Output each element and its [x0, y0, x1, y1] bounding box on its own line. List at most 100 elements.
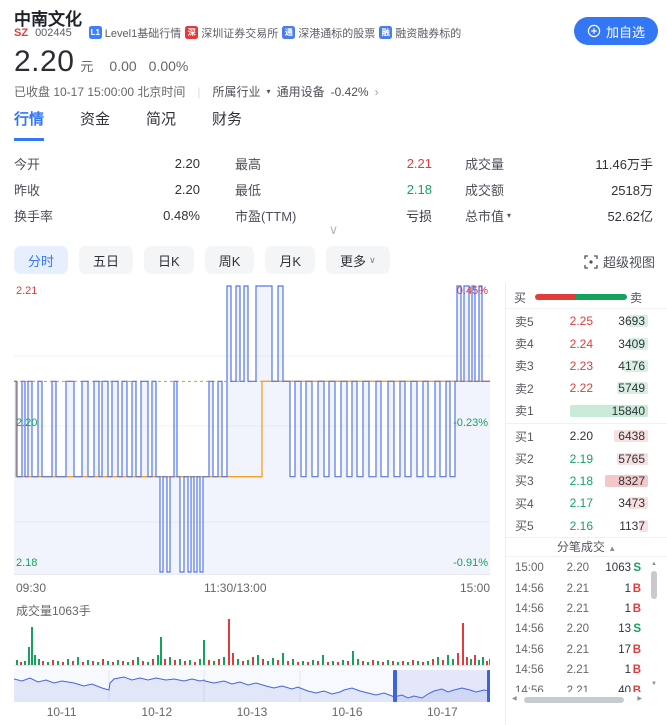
intraday-chart[interactable]: 2.21 0.45% 2.20 -0.23% 2.18 -0.91%: [14, 284, 490, 576]
level-volume: 4176: [593, 359, 645, 373]
volume-chart-canvas[interactable]: [14, 618, 490, 666]
tick-row[interactable]: 14:562.211B: [506, 599, 667, 619]
bid-row-买1[interactable]: 买12.206438: [506, 425, 667, 447]
scroll-right-icon[interactable]: ▶: [637, 695, 642, 704]
chart-navigator[interactable]: [14, 670, 490, 702]
tick-time: 14:56: [515, 685, 549, 692]
scan-frame-icon: [584, 255, 598, 269]
ask-row-卖5[interactable]: 卖52.253693: [506, 310, 667, 332]
horizontal-scroll-thumb[interactable]: [524, 697, 624, 703]
tick-price: 2.21: [549, 644, 589, 656]
vertical-scroll-thumb[interactable]: [651, 571, 657, 599]
period-tab-五日[interactable]: 五日: [79, 246, 133, 274]
industry-name[interactable]: 通用设备: [277, 83, 325, 100]
tick-price: 2.20: [549, 562, 589, 574]
ask-row-卖2[interactable]: 卖22.225749: [506, 377, 667, 399]
tick-side: B: [631, 644, 641, 656]
period-tab-更多[interactable]: 更多∨: [326, 246, 390, 274]
sell-ratio-segment: [576, 294, 627, 300]
volume-number: 1137: [619, 519, 645, 533]
tab-financials[interactable]: 财务: [212, 108, 242, 141]
level-volume: 5749: [593, 381, 645, 395]
stat-row: 成交量11.46万手: [465, 150, 653, 176]
tick-list-title: 分笔成交: [557, 540, 605, 554]
tick-row[interactable]: 14:562.2117B: [506, 640, 667, 660]
badge-row: SZ 002445 L1Level1基础行情深深圳证券交易所通深港通标的股票融融…: [14, 25, 461, 40]
period-tab-分时[interactable]: 分时: [14, 246, 68, 274]
chevron-right-icon: ›: [375, 85, 379, 99]
period-label: 更多: [340, 251, 366, 270]
scroll-up-icon[interactable]: ▲: [650, 560, 658, 568]
level-price: 2.24: [545, 337, 593, 351]
tick-row[interactable]: 14:562.2013S: [506, 619, 667, 639]
tick-row[interactable]: 14:562.2140B: [506, 680, 667, 692]
tick-side: B: [631, 583, 641, 595]
badge-icon: 通: [282, 26, 295, 39]
bid-row-买3[interactable]: 买32.188327: [506, 470, 667, 492]
bid-row-买2[interactable]: 买22.195765: [506, 447, 667, 469]
level-volume: 1137: [593, 519, 645, 533]
tick-price: 2.21: [549, 603, 589, 615]
bid-row-买4[interactable]: 买42.173473: [506, 492, 667, 514]
bid-row-买5[interactable]: 买52.161137: [506, 515, 667, 537]
super-view-label: 超级视图: [603, 252, 655, 271]
expand-stats-chevron[interactable]: ∨: [0, 222, 667, 238]
industry-label[interactable]: 所属行业: [213, 83, 261, 100]
stat-row: 最高2.21: [235, 150, 432, 176]
last-price: 2.20: [14, 45, 74, 79]
tab-funds[interactable]: 资金: [80, 108, 110, 141]
ask-row-卖1[interactable]: 卖12.2115840: [506, 400, 667, 422]
badge-label: 深港通标的股票: [298, 25, 375, 41]
stock-tag-badge: 融融资融券标的: [379, 25, 461, 41]
time-midday: 11:30/13:00: [204, 581, 267, 595]
navigator-date: 10-13: [204, 705, 299, 719]
axis-pct-high: 0.45%: [457, 286, 488, 297]
level-name: 买5: [515, 517, 545, 534]
price-change-pct: 0.00%: [149, 58, 189, 74]
level-volume: 6438: [593, 429, 645, 443]
badge-icon: 融: [379, 26, 392, 39]
level-name: 买3: [515, 472, 545, 489]
tick-row[interactable]: 14:562.211B: [506, 578, 667, 598]
tick-time: 15:00: [515, 562, 549, 574]
tick-volume: 1063: [589, 562, 631, 574]
stat-value: 2.21: [407, 156, 432, 171]
axis-pct-mid: -0.23%: [453, 418, 488, 429]
super-view-button[interactable]: 超级视图: [584, 252, 655, 271]
period-label: 分时: [28, 251, 54, 270]
tick-time: 14:56: [515, 644, 549, 656]
tick-list-horizontal-scrollbar[interactable]: ◀ ▶: [512, 695, 642, 704]
tick-row[interactable]: 14:562.211B: [506, 660, 667, 680]
tick-time: 14:56: [515, 583, 549, 595]
tab-profile[interactable]: 简况: [146, 108, 176, 141]
price-chart-canvas[interactable]: [14, 284, 490, 576]
scroll-down-icon[interactable]: ▼: [650, 680, 658, 688]
market-status: 已收盘 10-17 15:00:00 北京时间: [14, 83, 185, 100]
period-label: 月K: [279, 251, 301, 270]
caret-down-icon[interactable]: ▾: [507, 211, 511, 220]
navigator-date: 10-11: [14, 705, 109, 719]
ask-row-卖4[interactable]: 卖42.243409: [506, 332, 667, 354]
period-label: 日K: [158, 251, 180, 270]
period-tab-周K[interactable]: 周K: [205, 246, 255, 274]
period-tab-月K[interactable]: 月K: [265, 246, 315, 274]
axis-price-mid: 2.20: [16, 418, 37, 429]
tick-side: S: [631, 623, 641, 635]
tick-price: 2.21: [549, 583, 589, 595]
period-tab-日K[interactable]: 日K: [144, 246, 194, 274]
ask-row-卖3[interactable]: 卖32.234176: [506, 355, 667, 377]
add-watchlist-button[interactable]: 加自选: [574, 17, 658, 45]
tick-row[interactable]: 15:002.201063S: [506, 558, 667, 578]
tick-side: B: [631, 685, 641, 692]
tick-side: B: [631, 664, 641, 676]
tick-list-vertical-scrollbar[interactable]: ▲ ▼: [650, 560, 658, 688]
buy-label: 买: [514, 289, 526, 306]
level-name: 买4: [515, 495, 545, 512]
stat-value: 11.46万手: [595, 154, 653, 173]
volume-number: 6438: [618, 429, 645, 443]
tick-list-header[interactable]: 分笔成交 ▲: [506, 538, 667, 557]
tab-quote[interactable]: 行情: [14, 108, 44, 141]
tick-volume: 40: [589, 685, 631, 692]
stock-tag-badge: 深深圳证券交易所: [185, 25, 278, 41]
scroll-left-icon[interactable]: ◀: [512, 695, 517, 704]
